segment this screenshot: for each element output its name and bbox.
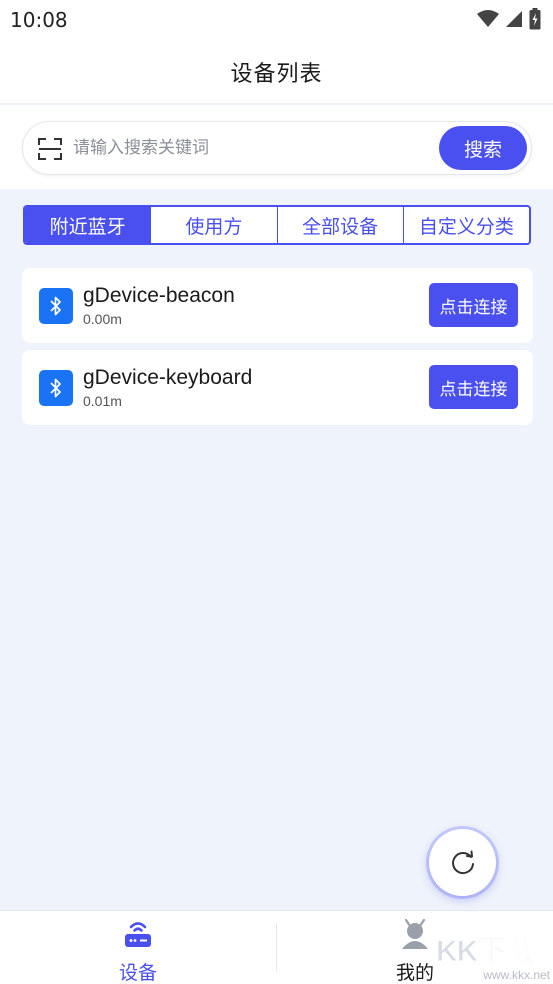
nav-label: 设备 bbox=[118, 962, 157, 984]
bluetooth-icon bbox=[39, 370, 73, 406]
device-distance: 0.00m bbox=[83, 311, 122, 327]
watermark: KK下载 www.kkx.net bbox=[435, 926, 552, 984]
search-input[interactable] bbox=[73, 132, 433, 164]
device-distance: 0.01m bbox=[83, 393, 122, 409]
connect-button[interactable]: 点击连接 bbox=[429, 365, 518, 409]
device-name: gDevice-beacon bbox=[83, 284, 235, 307]
battery-icon bbox=[529, 8, 541, 30]
wifi-icon bbox=[477, 10, 499, 27]
status-bar: 10:08 bbox=[0, 0, 553, 40]
tab-nearby-bluetooth[interactable]: 附近蓝牙 bbox=[25, 207, 151, 243]
search-area: 搜索 bbox=[0, 105, 553, 189]
category-tabs: 附近蓝牙 使用方 全部设备 自定义分类 bbox=[23, 205, 531, 245]
page-title: 设备列表 bbox=[230, 61, 323, 87]
watermark-url: www.kkx.net bbox=[483, 968, 550, 982]
refresh-icon bbox=[451, 850, 474, 874]
scan-icon[interactable] bbox=[38, 137, 62, 161]
tab-all-devices[interactable]: 全部设备 bbox=[276, 207, 403, 243]
watermark-logo: KK下载 bbox=[435, 935, 536, 969]
device-list: gDevice-beacon 0.00m 点击连接 gDevice-keyboa… bbox=[22, 268, 533, 432]
nav-devices[interactable]: 设备 bbox=[0, 911, 276, 984]
tab-custom-category[interactable]: 自定义分类 bbox=[402, 207, 529, 243]
status-time: 10:08 bbox=[10, 8, 68, 32]
tab-user-side[interactable]: 使用方 bbox=[150, 207, 276, 243]
cell-signal-icon bbox=[506, 11, 522, 27]
app-header: 设备列表 bbox=[0, 40, 553, 104]
search-button[interactable]: 搜索 bbox=[439, 126, 527, 170]
router-device-icon bbox=[125, 922, 151, 947]
device-name: gDevice-keyboard bbox=[83, 366, 253, 389]
search-box: 搜索 bbox=[22, 121, 532, 175]
connect-button[interactable]: 点击连接 bbox=[429, 283, 518, 327]
android-robot-icon bbox=[402, 918, 428, 949]
refresh-button[interactable] bbox=[429, 829, 496, 896]
list-item: gDevice-beacon 0.00m 点击连接 bbox=[22, 268, 533, 343]
bluetooth-icon bbox=[39, 288, 73, 324]
status-icons bbox=[477, 8, 541, 30]
list-item: gDevice-keyboard 0.01m 点击连接 bbox=[22, 350, 533, 425]
